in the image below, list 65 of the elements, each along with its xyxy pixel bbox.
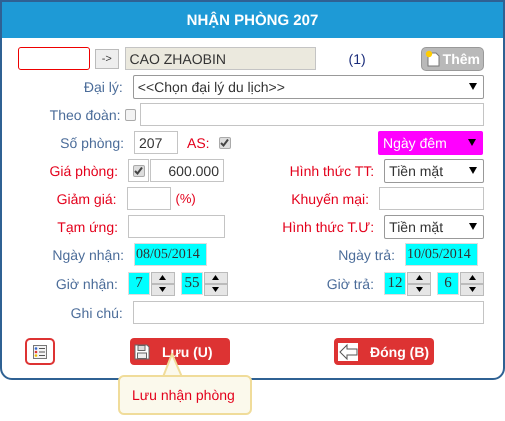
down-arrow-icon [416,287,422,292]
field-label: Đại lý: [82,78,124,94]
advance-method-dropdown[interactable]: Tiền mặt [384,214,484,238]
checkout-date-field[interactable]: 10/05/2014 [405,243,478,266]
minute-field[interactable]: 55 [180,272,203,295]
checkbox[interactable] [124,108,136,120]
up-arrow-icon [159,275,166,280]
field-label: Hình thức TT: [288,162,376,178]
hour-field[interactable]: 12 [384,272,406,295]
dialog-title: NHẬN PHÒNG 207 [2,2,503,38]
discount-field[interactable] [126,187,171,210]
minute-field[interactable]: 6 [437,272,459,295]
field-label: Giá phòng: [48,162,119,178]
decrement-button[interactable] [407,284,431,296]
down-arrow-icon [212,287,220,292]
up-arrow-icon [212,275,220,280]
field-label: Hình thức T.Ư: [281,218,376,234]
field-label: Ghi chú: [70,304,124,320]
field-label: Giảm giá: [56,190,118,206]
field-label: Tạm ứng: [56,218,119,234]
checkbox[interactable] [132,164,144,176]
list-icon [33,344,47,358]
increment-button[interactable] [407,272,431,284]
hour-field[interactable]: 7 [128,272,150,295]
decrement-button[interactable] [150,284,175,296]
guest-count: (1) [348,50,366,66]
dropdown-caret-icon [469,83,477,90]
field-label: Ngày nhận: [51,246,125,262]
checkbox[interactable] [218,136,231,148]
advance-field[interactable] [128,215,225,238]
checkin-date-field[interactable]: 08/05/2014 [134,243,207,266]
dropdown-caret-icon [468,223,477,230]
down-arrow-icon [468,287,476,292]
field-label: Khuyến mại: [290,190,370,206]
decrement-button[interactable] [460,284,484,296]
note-field[interactable] [132,301,484,324]
group-field[interactable] [140,103,484,126]
dropdown-caret-icon [468,167,477,174]
promotion-field[interactable] [379,187,484,210]
field-label: Theo đoàn: [48,106,122,122]
up-arrow-icon [468,275,476,280]
lookup-button[interactable]: -> [95,48,119,68]
room-price-field[interactable]: 600.000 [150,159,224,182]
decrement-button[interactable] [204,284,228,296]
field-label: Giờ nhận: [54,276,119,292]
new-document-icon [424,50,441,67]
field-label: Số phòng: [59,134,125,150]
increment-button[interactable] [204,272,228,284]
as-label: AS: [187,134,210,150]
down-arrow-icon [159,287,166,292]
left-arrow-icon [338,342,358,360]
close-button[interactable]: Đóng (B) [334,338,434,365]
list-button[interactable] [25,338,55,365]
room-number-field[interactable]: 207 [134,131,178,154]
up-arrow-icon [416,275,422,280]
increment-button[interactable] [460,272,484,284]
payment-method-dropdown[interactable]: Tiền mặt [384,158,484,182]
guest-name-field[interactable]: CAO ZHAOBIN [124,47,316,70]
increment-button[interactable] [150,272,175,284]
guest-code-field[interactable] [18,47,90,70]
field-label: Ngày trả: [337,246,396,262]
agency-dropdown[interactable]: <<Chọn đại lý du lịch>> [132,74,484,98]
dropdown-caret-icon [468,139,476,146]
percent-unit: (%) [176,191,196,206]
field-label: Giờ trả: [326,276,375,292]
